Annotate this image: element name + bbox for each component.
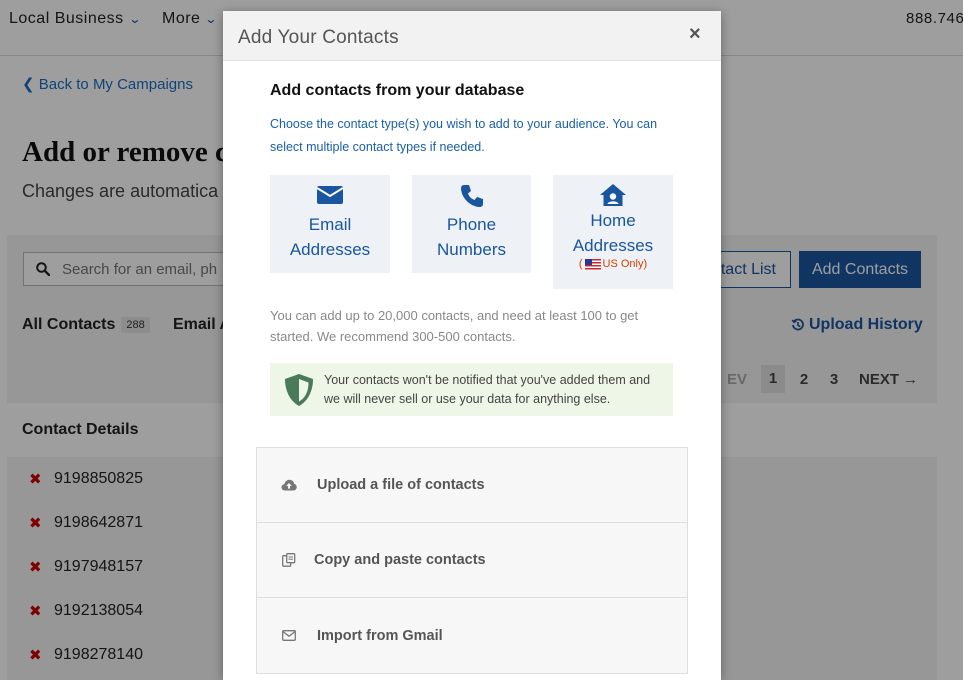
option-upload-label: Upload a file of contacts — [317, 477, 485, 493]
contact-type-home[interactable]: Home Addresses ( US Only) — [553, 175, 673, 289]
email-type-label-line2: Addresses — [289, 240, 371, 259]
privacy-text: Your contacts won't be notified that you… — [324, 372, 651, 406]
home-type-label-line1: Home — [590, 211, 636, 230]
us-only-note-text: US Only) — [602, 258, 648, 270]
contact-type-email[interactable]: Email Addresses — [270, 175, 390, 273]
home-icon — [600, 184, 626, 208]
us-only-note: ( US Only) — [579, 258, 647, 270]
phone-type-label-line1: Phone — [446, 215, 497, 234]
contact-type-phone[interactable]: Phone Numbers — [412, 175, 531, 273]
option-upload-file[interactable]: Upload a file of contacts — [257, 448, 687, 523]
section-heading: Add contacts from your database — [270, 82, 525, 99]
envelope-outline-icon — [279, 630, 299, 641]
cloud-upload-icon — [279, 479, 299, 491]
us-only-note-paren: ( — [578, 258, 583, 270]
option-copy-paste-label: Copy and paste contacts — [314, 552, 486, 568]
shield-icon — [285, 373, 313, 406]
option-gmail-label: Import from Gmail — [317, 627, 443, 644]
modal-header: Add Your Contacts × — [223, 11, 721, 61]
phone-type-label-line2: Numbers — [437, 240, 506, 259]
copy-icon — [279, 553, 299, 567]
modal-title: Add Your Contacts — [238, 27, 399, 48]
contact-limits-text: You can add up to 20,000 contacts, and n… — [270, 308, 639, 344]
home-type-label-line2: Addresses — [572, 236, 654, 255]
us-flag-icon — [584, 258, 601, 270]
option-import-gmail[interactable]: Import from Gmail — [257, 598, 687, 673]
phone-icon — [460, 184, 484, 208]
add-contacts-modal: Add Your Contacts × Add contacts from yo… — [223, 11, 721, 680]
close-icon[interactable]: × — [689, 23, 701, 46]
instructions-text: Choose the contact type(s) you wish to a… — [270, 117, 658, 154]
envelope-icon — [316, 184, 344, 208]
import-options: Upload a file of contacts Copy and paste… — [256, 447, 688, 674]
privacy-notice: Your contacts won't be notified that you… — [270, 363, 673, 416]
email-type-label-line1: Email — [308, 215, 352, 234]
option-copy-paste[interactable]: Copy and paste contacts — [257, 523, 687, 598]
